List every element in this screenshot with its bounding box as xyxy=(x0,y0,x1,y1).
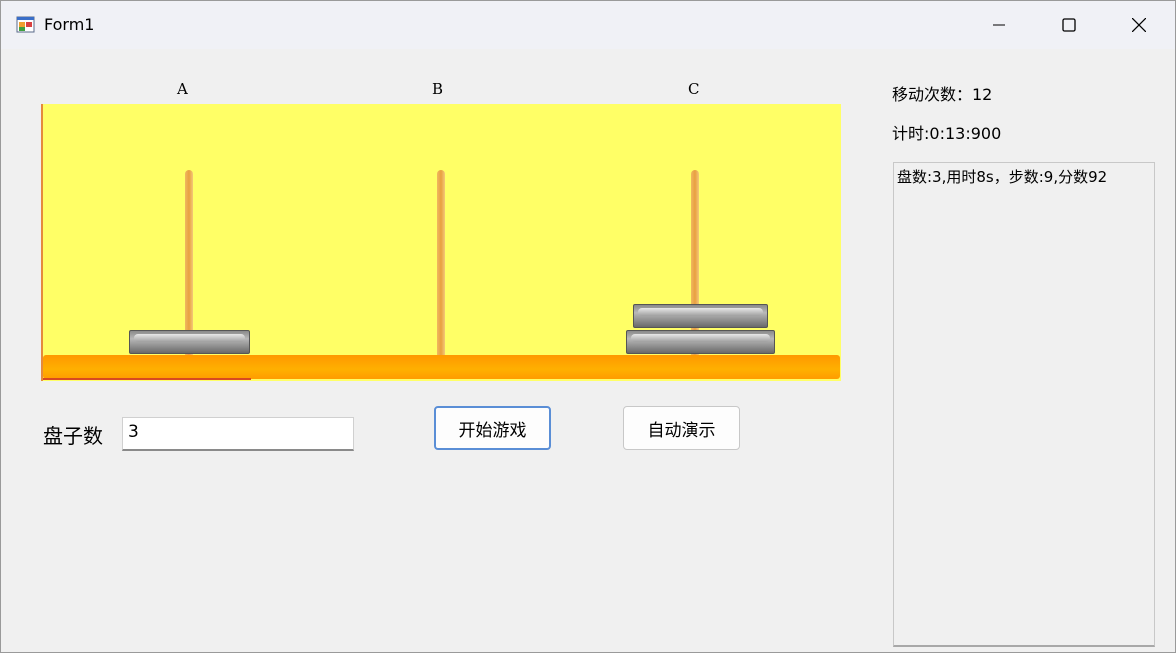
start-game-button[interactable]: 开始游戏 xyxy=(434,406,551,450)
app-icon xyxy=(16,15,36,35)
minimize-icon xyxy=(993,19,1005,31)
title-bar[interactable]: Form1 xyxy=(1,1,1175,49)
peg-c[interactable] xyxy=(691,170,699,356)
auto-demo-button[interactable]: 自动演示 xyxy=(623,406,740,450)
board-base xyxy=(43,355,840,379)
disc-small-peg-c[interactable] xyxy=(633,304,768,328)
peg-label-a: A xyxy=(177,80,188,98)
peg-b[interactable] xyxy=(437,170,445,356)
peg-label-c: C xyxy=(688,80,700,98)
close-icon xyxy=(1132,18,1146,32)
board-base-edge xyxy=(43,378,251,380)
maximize-button[interactable] xyxy=(1034,1,1104,49)
game-board[interactable] xyxy=(41,104,841,381)
peg-a[interactable] xyxy=(185,170,193,356)
minimize-button[interactable] xyxy=(964,1,1034,49)
disc-large-peg-c[interactable] xyxy=(626,330,775,354)
disk-count-input[interactable]: 3 xyxy=(122,417,354,451)
timer-text: 计时:0:13:900 xyxy=(892,124,1002,143)
main-window: Form1 A B C 盘子数 3 开始游戏 自动演示 移动次数：12 计时:0… xyxy=(0,0,1176,653)
list-item[interactable]: 盘数:3,用时8s，步数:9,分数92 xyxy=(894,163,1154,190)
move-count-text: 移动次数：12 xyxy=(892,85,993,104)
peg-label-b: B xyxy=(432,80,444,98)
score-log-list[interactable]: 盘数:3,用时8s，步数:9,分数92 xyxy=(893,162,1155,647)
maximize-icon xyxy=(1062,18,1076,32)
window-title: Form1 xyxy=(44,15,95,34)
close-button[interactable] xyxy=(1104,1,1174,49)
disc-medium-peg-a[interactable] xyxy=(129,330,250,354)
disk-count-label: 盘子数 xyxy=(43,424,103,448)
